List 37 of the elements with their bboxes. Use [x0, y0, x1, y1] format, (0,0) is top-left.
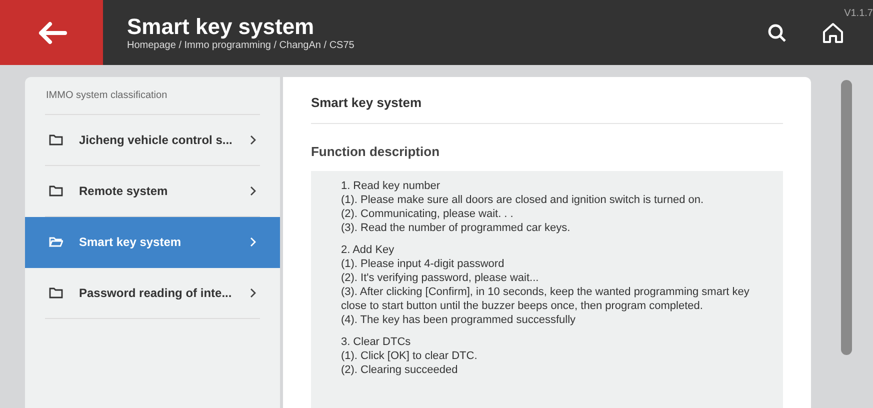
back-arrow-icon	[36, 20, 66, 44]
sidebar-item[interactable]: Jicheng vehicle control s...	[45, 115, 260, 166]
item-label: Password reading of inte...	[79, 285, 233, 302]
folder-icon	[49, 134, 63, 146]
description-line: (4). The key has been programmed successfully	[340, 313, 577, 327]
sidebar-heading: IMMO system classification	[45, 77, 260, 115]
page-title: Smart key system	[127, 12, 316, 40]
description-line: (1). Click [OK] to clear DTC.	[340, 349, 478, 363]
description-line: (2). Clearing succeeded	[340, 363, 459, 377]
item-label: Remote system	[79, 183, 169, 200]
back-button[interactable]	[0, 0, 103, 65]
chevron-right-icon	[250, 135, 256, 145]
description-line: (1). Please input 4-digit password	[340, 257, 506, 271]
sidebar-item[interactable]: Smart key system	[25, 217, 280, 268]
item-label: Smart key system	[79, 234, 182, 251]
description-line: 1. Read key number	[340, 179, 442, 193]
search-icon	[767, 22, 787, 42]
description-line: 2. Add Key	[340, 243, 396, 257]
description-line: 3. Clear DTCs	[340, 335, 412, 349]
section-heading: Function description	[310, 142, 441, 161]
description-line: (2). Communicating, please wait. . .	[340, 207, 514, 221]
open-folder-icon	[49, 236, 63, 248]
description-line: (2). It's verifying password, please wait...	[340, 271, 540, 285]
item-label: Jicheng vehicle control s...	[79, 132, 234, 149]
chevron-right-icon	[250, 237, 256, 247]
version-label: V1.1.7	[844, 7, 873, 21]
chevron-right-icon	[250, 288, 256, 298]
description-line: (3). Read the number of programmed car keys.	[340, 221, 572, 235]
folder-icon	[49, 185, 63, 197]
chevron-right-icon	[250, 186, 256, 196]
description-line: (1). Please make sure all doors are closed and ignition switch is turned on.	[340, 193, 705, 207]
content-title: Smart key system	[310, 77, 783, 124]
home-icon	[822, 22, 844, 44]
folder-icon	[49, 287, 63, 299]
description-line: (3). After clicking [Confirm], in 10 seconds, keep the wanted programming smart key close to start button until the buzzer beeps once, then program completed.	[340, 285, 750, 313]
sidebar-item[interactable]: Password reading of inte...	[45, 268, 260, 319]
breadcrumb: Homepage / Immo programming / ChangAn / CS75	[127, 40, 356, 52]
